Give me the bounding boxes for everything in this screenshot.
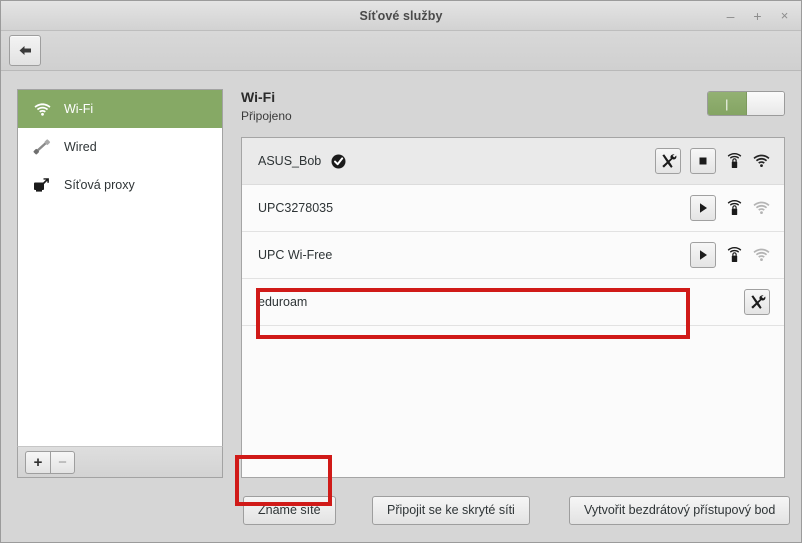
signal-strength-icon — [752, 199, 770, 217]
table-row[interactable]: eduroam — [242, 279, 784, 326]
main-panel: Wi-Fi Připojeno | ASUS_Bob UPC3278035 UP… — [241, 89, 785, 478]
window-title: Síťové služby — [359, 8, 443, 23]
toolbar — [1, 31, 801, 71]
connect-button[interactable] — [690, 242, 716, 268]
signal-strength-icon — [752, 152, 770, 170]
lock-icon — [725, 246, 743, 264]
maximize-button[interactable]: + — [750, 8, 765, 23]
network-list: ASUS_Bob UPC3278035 UPC Wi-Free eduroam — [241, 137, 785, 478]
network-proxy-icon — [32, 176, 52, 194]
content-area: Wi-Fi Wired Síťová proxy + − Wi-Fi Připo… — [1, 71, 801, 478]
add-connection-button[interactable]: + — [25, 450, 50, 474]
ethernet-cable-icon — [32, 138, 52, 156]
row-actions — [655, 148, 770, 174]
minimize-button[interactable]: – — [723, 8, 738, 23]
network-services-window: Síťové služby – + × Wi-Fi Wired Síťová p… — [0, 0, 802, 543]
disconnect-button[interactable] — [690, 148, 716, 174]
table-row[interactable]: ASUS_Bob — [242, 138, 784, 185]
toggle-on-side: | — [708, 92, 747, 115]
wifi-header: Wi-Fi Připojeno | — [241, 89, 785, 123]
close-button[interactable]: × — [777, 8, 792, 23]
lock-icon — [725, 199, 743, 217]
sidebar-footer: + − — [17, 446, 223, 478]
footer-bar: Známé sítě Připojit se ke skryté síti Vy… — [1, 478, 801, 542]
connected-check-icon — [331, 154, 346, 169]
network-name: eduroam — [258, 295, 308, 309]
connect-hidden-network-button[interactable]: Připojit se ke skryté síti — [372, 495, 530, 525]
back-arrow-icon — [19, 46, 31, 55]
add-remove-group: + − — [25, 450, 75, 474]
row-actions — [744, 289, 770, 315]
table-row[interactable]: UPC3278035 — [242, 185, 784, 232]
tools-icon — [661, 153, 676, 168]
titlebar: Síťové služby – + × — [1, 1, 801, 31]
toggle-knob — [746, 92, 784, 115]
wifi-icon — [32, 100, 52, 118]
lock-icon — [725, 152, 743, 170]
remove-connection-button[interactable]: − — [50, 450, 75, 474]
signal-strength-icon — [752, 246, 770, 264]
connect-button[interactable] — [690, 195, 716, 221]
connection-status: Připojeno — [241, 109, 292, 123]
known-networks-button[interactable]: Známé sítě — [243, 495, 336, 525]
window-controls: – + × — [723, 1, 792, 30]
sidebar-item-label-proxy: Síťová proxy — [64, 178, 135, 192]
row-actions — [690, 242, 770, 268]
network-name: UPC3278035 — [258, 201, 334, 215]
row-actions — [690, 195, 770, 221]
page-title: Wi-Fi — [241, 89, 276, 105]
sidebar-item-network-proxy[interactable]: Síťová proxy — [18, 166, 222, 204]
wifi-header-text: Wi-Fi Připojeno — [241, 89, 292, 123]
play-icon — [700, 250, 707, 260]
back-button[interactable] — [9, 35, 41, 66]
network-settings-button[interactable] — [655, 148, 681, 174]
network-name: UPC Wi-Free — [258, 248, 333, 262]
play-icon — [700, 203, 707, 213]
network-settings-button[interactable] — [744, 289, 770, 315]
create-hotspot-button[interactable]: Vytvořit bezdrátový přístupový bod — [569, 495, 791, 525]
table-row[interactable]: UPC Wi-Free — [242, 232, 784, 279]
stop-icon — [699, 157, 707, 165]
sidebar-column: Wi-Fi Wired Síťová proxy + − — [17, 89, 223, 478]
wifi-toggle-switch[interactable]: | — [707, 91, 785, 116]
sidebar-item-wired[interactable]: Wired — [18, 128, 222, 166]
sidebar-item-label-wired: Wired — [64, 140, 97, 154]
network-name: ASUS_Bob — [258, 154, 322, 168]
sidebar-item-wifi[interactable]: Wi-Fi — [18, 90, 222, 128]
sidebar: Wi-Fi Wired Síťová proxy — [17, 89, 223, 446]
tools-icon — [750, 294, 765, 309]
sidebar-item-label-wifi: Wi-Fi — [64, 102, 94, 116]
